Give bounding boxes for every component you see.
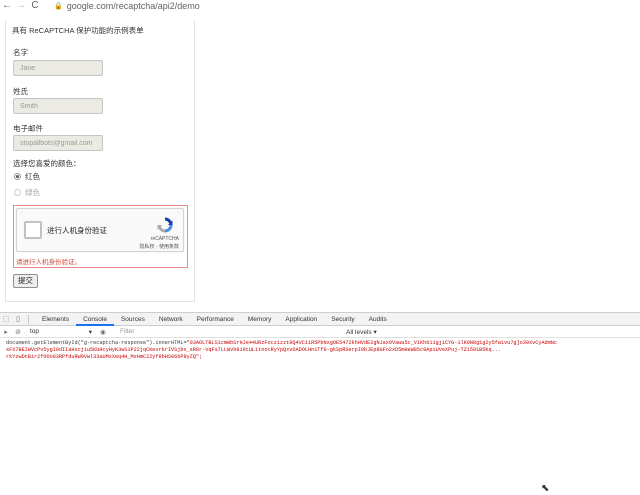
- submit-button[interactable]: 提交: [13, 274, 38, 288]
- console-command-line: document.getElementById("g-recaptcha-res…: [6, 340, 634, 347]
- divider: [28, 314, 29, 324]
- recaptcha-checkbox[interactable]: [24, 221, 42, 239]
- email-label: 电子邮件: [13, 124, 43, 133]
- recaptcha-logo-icon: [157, 217, 173, 233]
- radio-red-label: 红色: [25, 172, 40, 181]
- radio-red[interactable]: 红色: [14, 171, 40, 182]
- recaptcha-links[interactable]: 隐私权 - 使用条款: [140, 243, 179, 250]
- devtools-panel: ⬚ ▯ Elements Console Sources Network Per…: [0, 312, 640, 495]
- context-value: top: [30, 327, 40, 335]
- reload-icon[interactable]: C: [28, 0, 42, 12]
- tab-memory[interactable]: Memory: [241, 313, 278, 326]
- tab-security[interactable]: Security: [324, 313, 361, 326]
- demo-form: 具有 ReCAPTCHA 保护功能的示例表单 名字 姓氏 电子邮件 选择您喜爱的…: [5, 20, 195, 302]
- device-toolbar-icon[interactable]: ▯: [12, 315, 24, 323]
- forward-icon[interactable]: →: [14, 0, 28, 12]
- last-name-label: 姓氏: [13, 87, 28, 96]
- address-bar[interactable]: google.com/recaptcha/api2/demo: [67, 1, 200, 11]
- console-toolbar: ▸ ⊘ top ▾ ◉ Filter All levels ▾: [0, 326, 640, 338]
- color-label: 选择您喜爱的颜色：: [13, 159, 81, 168]
- filter-input[interactable]: Filter: [120, 328, 134, 335]
- first-name-input[interactable]: [13, 60, 103, 76]
- log-levels-select[interactable]: All levels ▾: [346, 328, 377, 336]
- clear-console-icon[interactable]: ⊘: [12, 328, 24, 336]
- devtools-tabbar: ⬚ ▯ Elements Console Sources Network Per…: [0, 313, 640, 326]
- tab-network[interactable]: Network: [152, 313, 190, 326]
- inspect-icon[interactable]: ⬚: [0, 315, 12, 323]
- chevron-down-icon: ▾: [88, 328, 92, 336]
- browser-toolbar: ← → C 🔒 google.com/recaptcha/api2/demo: [0, 0, 640, 12]
- first-name-label: 名字: [13, 48, 28, 57]
- radio-icon[interactable]: [14, 189, 21, 196]
- radio-green[interactable]: 绿色: [14, 187, 40, 198]
- console-output: document.getElementById("g-recaptcha-res…: [0, 338, 640, 363]
- recaptcha-brand: reCAPTCHA: [150, 236, 179, 242]
- recaptcha-widget: 进行人机身份验证 reCAPTCHA 隐私权 - 使用条款 请进行人机身份验证。: [13, 205, 188, 268]
- last-name-input[interactable]: [13, 98, 103, 114]
- lock-icon[interactable]: 🔒: [54, 2, 63, 10]
- console-string: rkYzwDtBir2fOOo83RPfduRW9Vwl33aUMxXeq4H_…: [6, 354, 203, 360]
- tab-elements[interactable]: Elements: [35, 313, 76, 326]
- recaptcha-error: 请进行人机身份验证。: [16, 259, 81, 266]
- context-select[interactable]: top ▾: [30, 328, 92, 336]
- radio-green-label: 绿色: [25, 188, 40, 197]
- tab-console[interactable]: Console: [76, 313, 114, 326]
- console-string: sFX7BEIWVcPv5ygI0dIIaHxcj1u5KUHcyHyK3wS1…: [6, 347, 501, 353]
- recaptcha-box: 进行人机身份验证 reCAPTCHA 隐私权 - 使用条款: [16, 208, 184, 252]
- tab-performance[interactable]: Performance: [190, 313, 241, 326]
- tab-audits[interactable]: Audits: [362, 313, 394, 326]
- mouse-cursor-icon: ⬉: [541, 483, 550, 494]
- email-input[interactable]: [13, 135, 103, 151]
- tab-application[interactable]: Application: [278, 313, 324, 326]
- tab-sources[interactable]: Sources: [114, 313, 152, 326]
- radio-icon[interactable]: [14, 173, 21, 180]
- sidebar-toggle-icon[interactable]: ▸: [0, 328, 12, 336]
- recaptcha-label: 进行人机身份验证: [47, 226, 107, 235]
- console-string: "03AOLTBLS1cmWbSrHJe44URzFocz1zzt8Q4VC11…: [186, 340, 558, 346]
- console-command: document.getElementById("g-recaptcha-res…: [6, 340, 187, 346]
- back-icon[interactable]: ←: [0, 0, 14, 12]
- form-title: 具有 ReCAPTCHA 保护功能的示例表单: [12, 26, 144, 35]
- eye-icon[interactable]: ◉: [100, 328, 106, 336]
